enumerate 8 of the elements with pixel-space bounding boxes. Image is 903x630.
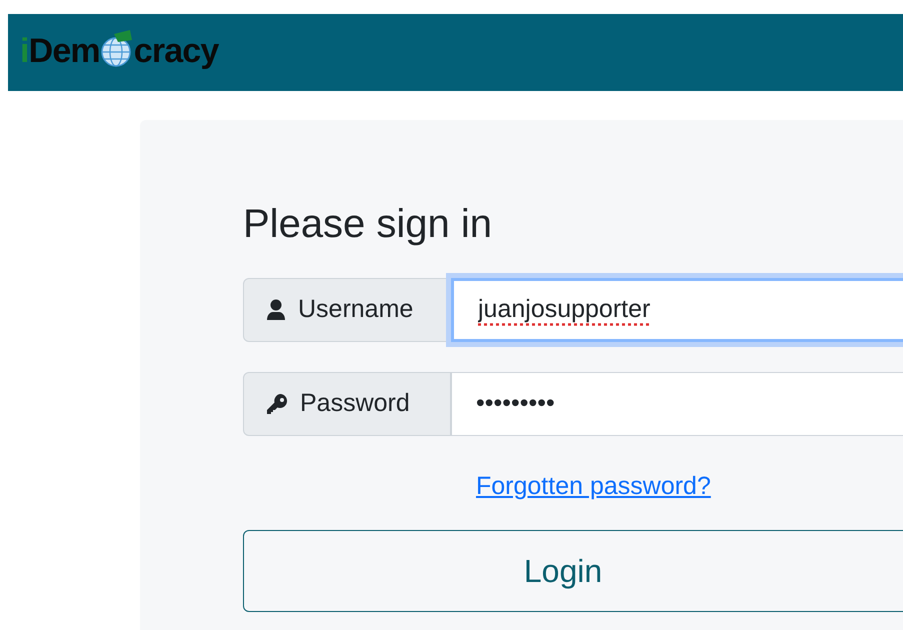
field-label: Password xyxy=(243,372,451,436)
key-icon xyxy=(266,393,288,415)
forgot-password-link[interactable]: Forgotten password? xyxy=(476,468,711,506)
password-field[interactable]: ••••••••• xyxy=(451,372,903,436)
user-icon xyxy=(266,299,286,321)
globe-icon xyxy=(100,28,134,68)
login-button[interactable]: Login xyxy=(243,530,903,612)
sign-in-title: Please sign in xyxy=(243,204,494,244)
